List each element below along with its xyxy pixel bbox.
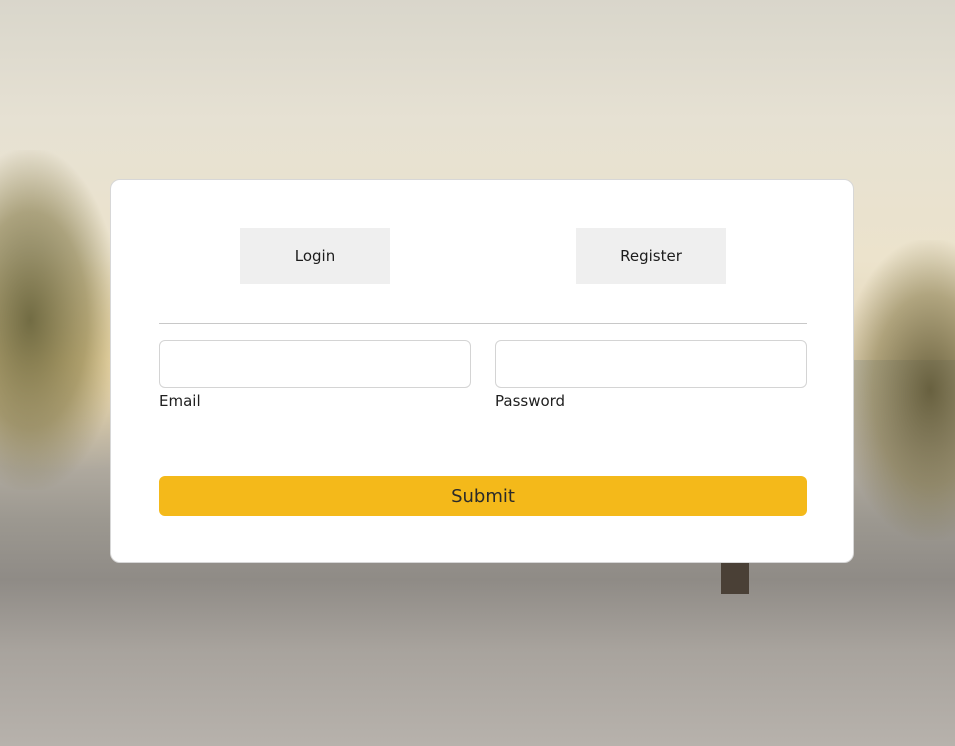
- password-input[interactable]: [495, 340, 807, 388]
- email-field-group: Email: [159, 340, 471, 410]
- email-input[interactable]: [159, 340, 471, 388]
- background-sand: [0, 560, 955, 746]
- email-label: Email: [159, 392, 201, 410]
- submit-button[interactable]: Submit: [159, 476, 807, 516]
- auth-card: Login Register Email Password Submit: [110, 179, 854, 563]
- background-grass-left: [0, 150, 120, 490]
- password-label: Password: [495, 392, 566, 410]
- divider: [159, 323, 807, 324]
- background-post: [721, 560, 749, 594]
- background-grass-right: [840, 240, 955, 540]
- register-tab-button[interactable]: Register: [576, 228, 726, 284]
- password-field-group: Password: [495, 340, 807, 410]
- login-tab-button[interactable]: Login: [240, 228, 390, 284]
